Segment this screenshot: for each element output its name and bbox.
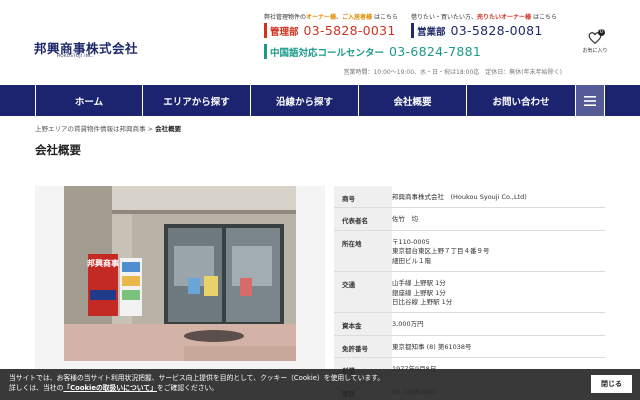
info-value-line: 東京都知事 (8) 第61038号 — [392, 342, 472, 351]
info-key: 免許番号 — [334, 335, 392, 358]
company-logo-subtext: HOKOSYOJI INC. — [57, 53, 95, 58]
nav-item-line-search[interactable]: 沿線から探す — [250, 85, 358, 116]
info-row-company-name: 商号 邦興商事株式会社 (Houkou Syouji Co.,Ltd) — [334, 186, 605, 209]
info-value-line: 邦興商事株式会社 (Houkou Syouji Co.,Ltd) — [392, 193, 527, 201]
info-value-line: 佐竹 均 — [392, 215, 418, 224]
cookie-message: 当サイトでは、お客様の当サイト利用状況把握、サービス向上提供を目的として、クッキ… — [9, 373, 384, 393]
info-value-line: 銀座線 上野駅 1分 — [392, 288, 446, 297]
sales-phone-number: 03-5828-0081 — [450, 23, 543, 38]
cookie-message-line2-post: をご確認ください。 — [156, 384, 219, 393]
owner-note-post: はこちら — [372, 14, 398, 21]
info-key: 交通 — [334, 272, 392, 313]
cookie-policy-link[interactable]: 「Cookieの取扱いについて」 — [63, 384, 157, 392]
info-value: 山手線 上野駅 1分 銀座線 上野駅 1分 日比谷線 上野駅 1分 — [392, 272, 605, 312]
cookie-message-line1: 当サイトでは、お客様の当サイト利用状況把握、サービス向上提供を目的として、クッキ… — [9, 374, 385, 382]
info-key: 所在地 — [334, 230, 392, 272]
info-row-address: 所在地 〒110-0005 東京都台東区上野７丁目４番９号 細田ビル１階 — [334, 230, 605, 273]
heart-icon: 0 — [588, 29, 605, 45]
chinese-callcenter-phone[interactable]: 中国語対応コールセンター 03-6824-7881 — [264, 44, 481, 59]
management-phone-label: 管理部 — [270, 26, 299, 38]
breadcrumb: 上野エリアの賃貸物件情報は邦興商事 > 会社概要 — [35, 123, 181, 133]
sales-phone-label: 営業部 — [417, 26, 446, 38]
info-value-line: 〒110-0005 — [392, 237, 430, 246]
menu-button[interactable] — [576, 85, 605, 116]
info-key: 商号 — [334, 186, 392, 208]
cookie-consent-bar: 当サイトでは、お客様の当サイト利用状況把握、サービス向上提供を目的として、クッキ… — [0, 369, 640, 400]
info-value: 佐竹 均 — [392, 208, 605, 229]
nav-item-contact[interactable]: お問い合わせ — [466, 85, 576, 116]
breadcrumb-current: 会社概要 — [155, 125, 182, 133]
chinese-callcenter-number: 03-6824-7881 — [389, 44, 482, 59]
breadcrumb-home-link[interactable]: 上野エリアの賃貸物件情報は邦興商事 — [35, 125, 146, 133]
company-info-table: 商号 邦興商事株式会社 (Houkou Syouji Co.,Ltd) 代表者名… — [334, 186, 605, 400]
owner-note-tenant: ご入居者様 — [342, 14, 373, 21]
favorites-button[interactable]: 0 お気に入り — [580, 29, 610, 54]
owner-note-pre: 弊社管理物件の — [264, 14, 307, 21]
info-value-line: 細田ビル１階 — [392, 256, 431, 265]
nav-item-home[interactable]: ホーム — [35, 85, 142, 116]
business-hours: 営業時間：10:00～19:00、水・日・祝は18:00迄 定休日：無休(年末年… — [343, 69, 562, 76]
management-phone-number: 03-5828-0031 — [303, 23, 396, 38]
info-row-capital: 資本金 3,000万円 — [334, 313, 605, 336]
favorites-label: お気に入り — [582, 48, 608, 54]
info-value: 3,000万円 — [392, 313, 605, 334]
owner-note-owner: オーナー様 — [306, 14, 337, 21]
buy-note-pre: 借りたい・買いたい — [411, 14, 466, 21]
hamburger-icon — [584, 91, 596, 110]
chinese-callcenter-label: 中国語対応コールセンター — [270, 47, 385, 59]
info-key: 代表者名 — [334, 208, 392, 230]
buy-note-mid: 方、 — [465, 14, 478, 21]
sales-phone[interactable]: 営業部 03-5828-0081 — [411, 23, 543, 38]
breadcrumb-separator: > — [145, 125, 156, 133]
owner-tenant-note[interactable]: 弊社管理物件のオーナー様、ご入居者様 はこちら — [264, 12, 398, 21]
info-value: 東京都知事 (8) 第61038号 — [392, 336, 605, 357]
info-key: 資本金 — [334, 313, 392, 335]
info-value-line: 東京都台東区上野７丁目４番９号 — [392, 247, 490, 256]
buy-note-post: はこちら — [531, 14, 557, 21]
storefront-photo: 邦興商事 — [64, 186, 296, 361]
main-navigation: ホーム エリアから探す 沿線から探す 会社概要 お問い合わせ — [0, 85, 640, 116]
storefront-photo-frame: 邦興商事 — [35, 186, 325, 400]
favorites-count-badge: 0 — [598, 29, 605, 36]
info-value: 邦興商事株式会社 (Houkou Syouji Co.,Ltd) — [392, 186, 605, 207]
info-value-line: 山手線 上野駅 1分 — [392, 279, 446, 288]
nav-item-area-search[interactable]: エリアから探す — [142, 85, 250, 116]
cookie-message-line2-pre: 詳しくは、当社の — [9, 384, 64, 393]
info-value: 〒110-0005 東京都台東区上野７丁目４番９号 細田ビル１階 — [392, 231, 605, 271]
info-value-line: 日比谷線 上野駅 1分 — [392, 297, 453, 306]
info-row-access: 交通 山手線 上野駅 1分 銀座線 上野駅 1分 日比谷線 上野駅 1分 — [334, 272, 605, 314]
page-title: 会社概要 — [35, 143, 81, 157]
info-value-line: 3,000万円 — [392, 320, 424, 329]
info-row-representative: 代表者名 佐竹 均 — [334, 208, 605, 231]
signboard-text-1: 邦興商事 — [87, 258, 119, 268]
info-row-license: 免許番号 東京都知事 (8) 第61038号 — [334, 335, 605, 359]
management-phone[interactable]: 管理部 03-5828-0031 — [264, 23, 396, 38]
buy-sell-note[interactable]: 借りたい・買いたい方、売りたいオーナー様 はこちら — [411, 12, 557, 21]
nav-item-company[interactable]: 会社概要 — [358, 85, 466, 116]
site-header: 邦興商事株式会社 HOKOSYOJI INC. 弊社管理物件のオーナー様、ご入居… — [0, 0, 640, 85]
buy-note-owner: 売りたいオーナー様 — [477, 14, 532, 21]
cookie-close-button[interactable]: 閉じる — [591, 375, 632, 393]
